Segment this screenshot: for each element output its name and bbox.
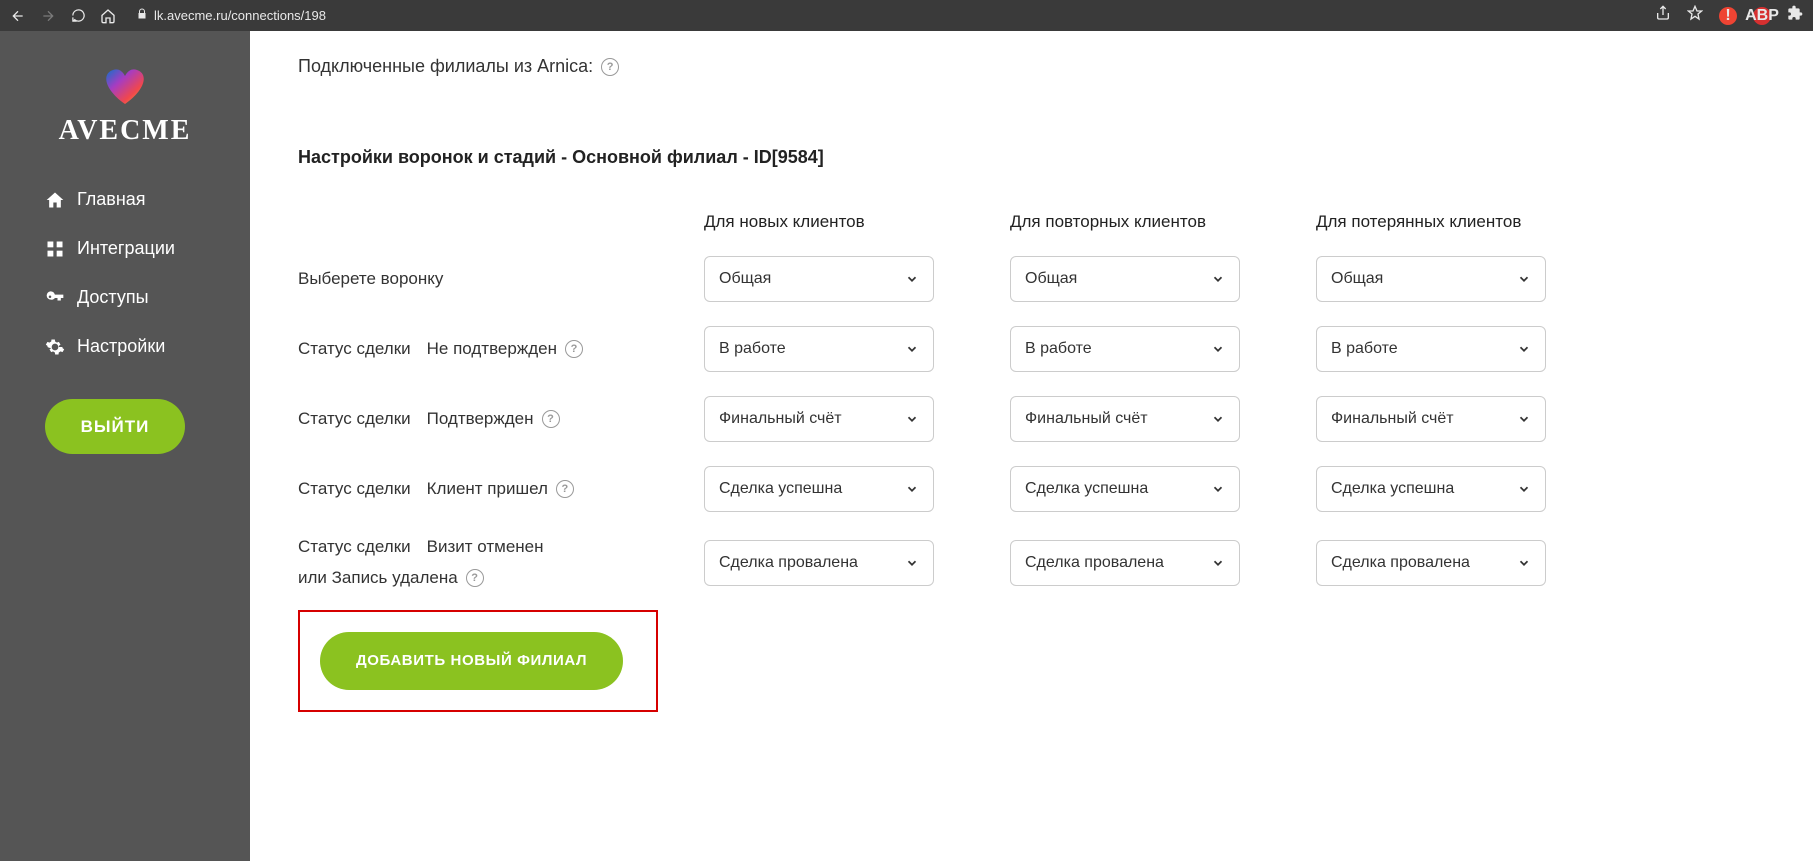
- column-header: Для повторных клиентов: [1010, 200, 1290, 244]
- select-dropdown[interactable]: Сделка успешна: [1316, 466, 1546, 512]
- browser-right-icons: ! ABP: [1655, 5, 1803, 26]
- select-value: Финальный счёт: [1025, 410, 1148, 428]
- help-icon[interactable]: ?: [601, 58, 619, 76]
- sidebar-item-label: Главная: [77, 189, 146, 210]
- lock-icon: [136, 7, 148, 25]
- heart-logo-icon: [95, 66, 155, 106]
- row-label: Статус сделкиНе подтвержден ?: [298, 326, 678, 373]
- sidebar-item-access[interactable]: Доступы: [45, 273, 250, 322]
- abp-icon[interactable]: ABP: [1753, 7, 1771, 25]
- sidebar: AVECME Главная Интеграции Доступы Настро…: [0, 31, 250, 861]
- sidebar-item-label: Доступы: [77, 287, 149, 308]
- select-dropdown[interactable]: Сделка провалена: [704, 540, 934, 586]
- select-value: Финальный счёт: [1331, 410, 1454, 428]
- reload-icon[interactable]: [70, 8, 86, 24]
- brand-text: AVECME: [0, 115, 250, 147]
- select-dropdown[interactable]: Сделка успешна: [704, 466, 934, 512]
- home-icon[interactable]: [100, 8, 116, 24]
- back-icon[interactable]: [10, 8, 26, 24]
- sidebar-item-integrations[interactable]: Интеграции: [45, 224, 250, 273]
- add-branch-button[interactable]: ДОБАВИТЬ НОВЫЙ ФИЛИАЛ: [320, 632, 623, 690]
- row-label: Выберете воронку: [298, 256, 678, 303]
- select-value: Сделка провалена: [1025, 554, 1164, 572]
- logout-button[interactable]: ВЫЙТИ: [45, 399, 185, 454]
- select-dropdown[interactable]: Общая: [1316, 256, 1546, 302]
- help-icon[interactable]: ?: [556, 480, 574, 498]
- settings-grid: Для новых клиентов Для повторных клиентов…: [298, 200, 1765, 602]
- sidebar-item-settings[interactable]: Настройки: [45, 322, 250, 371]
- select-dropdown[interactable]: Сделка провалена: [1316, 540, 1546, 586]
- star-icon[interactable]: [1687, 5, 1703, 26]
- sidebar-item-home[interactable]: Главная: [45, 175, 250, 224]
- column-header: Для новых клиентов: [704, 200, 984, 244]
- select-value: В работе: [1025, 340, 1092, 358]
- extension-badge-1[interactable]: !: [1719, 7, 1737, 25]
- select-value: Сделка успешна: [1025, 480, 1148, 498]
- browser-chrome: lk.avecme.ru/connections/198 ! ABP: [0, 0, 1813, 31]
- select-value: В работе: [1331, 340, 1398, 358]
- select-dropdown[interactable]: В работе: [1316, 326, 1546, 372]
- help-icon[interactable]: ?: [542, 410, 560, 428]
- select-value: Общая: [1025, 270, 1077, 288]
- add-branch-highlight: ДОБАВИТЬ НОВЫЙ ФИЛИАЛ: [298, 610, 658, 712]
- sidebar-item-label: Настройки: [77, 336, 165, 357]
- select-value: Общая: [719, 270, 771, 288]
- select-value: Финальный счёт: [719, 410, 842, 428]
- main-content: Подключенные филиалы из Arnica: ? Настро…: [250, 31, 1813, 861]
- select-dropdown[interactable]: Общая: [704, 256, 934, 302]
- select-dropdown[interactable]: Финальный счёт: [1010, 396, 1240, 442]
- select-value: В работе: [719, 340, 786, 358]
- select-value: Сделка успешна: [1331, 480, 1454, 498]
- extensions-icon[interactable]: [1787, 5, 1803, 26]
- row-label: Статус сделкиВизит отмененили Запись уда…: [298, 524, 678, 602]
- select-value: Сделка успешна: [719, 480, 842, 498]
- connected-branches-title: Подключенные филиалы из Arnica: ?: [298, 56, 1765, 77]
- share-icon[interactable]: [1655, 5, 1671, 26]
- row-label: Статус сделкиКлиент пришел ?: [298, 466, 678, 513]
- address-bar[interactable]: lk.avecme.ru/connections/198: [136, 7, 326, 25]
- sidebar-item-label: Интеграции: [77, 238, 175, 259]
- select-dropdown[interactable]: В работе: [704, 326, 934, 372]
- sidebar-nav: Главная Интеграции Доступы Настройки: [0, 175, 250, 371]
- select-dropdown[interactable]: Сделка успешна: [1010, 466, 1240, 512]
- select-dropdown[interactable]: Общая: [1010, 256, 1240, 302]
- brand-logo: AVECME: [0, 66, 250, 147]
- select-dropdown[interactable]: Финальный счёт: [1316, 396, 1546, 442]
- select-value: Сделка провалена: [719, 554, 858, 572]
- help-icon[interactable]: ?: [565, 340, 583, 358]
- select-dropdown[interactable]: В работе: [1010, 326, 1240, 372]
- funnel-settings-title: Настройки воронок и стадий - Основной фи…: [298, 147, 1765, 168]
- select-dropdown[interactable]: Сделка провалена: [1010, 540, 1240, 586]
- url-text: lk.avecme.ru/connections/198: [154, 8, 326, 23]
- select-dropdown[interactable]: Финальный счёт: [704, 396, 934, 442]
- select-value: Общая: [1331, 270, 1383, 288]
- select-value: Сделка провалена: [1331, 554, 1470, 572]
- column-header: Для потерянных клиентов: [1316, 200, 1596, 244]
- forward-icon[interactable]: [40, 8, 56, 24]
- row-label: Статус сделкиПодтвержден ?: [298, 396, 678, 443]
- help-icon[interactable]: ?: [466, 569, 484, 587]
- connected-branches-label: Подключенные филиалы из Arnica:: [298, 56, 593, 77]
